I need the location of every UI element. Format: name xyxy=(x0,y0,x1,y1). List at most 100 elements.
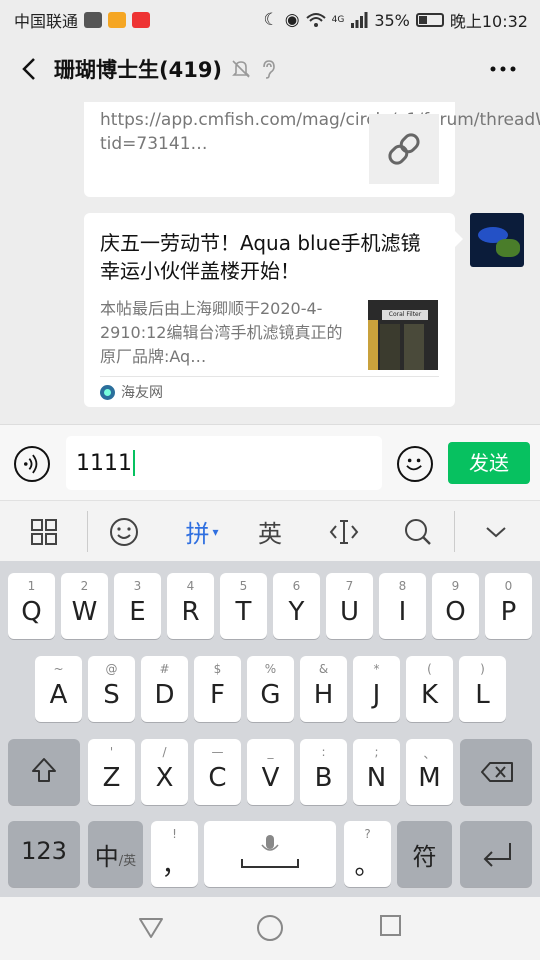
numbers-key[interactable]: 123 xyxy=(8,821,80,887)
status-bar: 中国联通 ☾ ◉ 4G 35% 晚上10:32 xyxy=(0,0,540,36)
key-l[interactable]: ) L xyxy=(459,656,506,722)
comma-key[interactable]: !， xyxy=(151,821,198,887)
key-sub: % xyxy=(264,662,277,676)
shift-key[interactable] xyxy=(8,739,80,805)
symbols-key-label: 符 xyxy=(412,843,437,871)
key-f[interactable]: $ F xyxy=(194,656,241,722)
key-letter: 。 xyxy=(354,851,381,881)
key-letter: F xyxy=(210,680,225,710)
english-label: 英 xyxy=(258,520,282,548)
key-j[interactable]: * J xyxy=(353,656,400,722)
notification-app-icon xyxy=(132,12,151,28)
key-m[interactable]: 、 M xyxy=(406,739,453,805)
eye-icon: ◉ xyxy=(284,10,300,30)
link-message-card[interactable]: https://app.cmfish.com/mag/circle/v1/for… xyxy=(84,102,540,197)
sender-avatar[interactable] xyxy=(470,213,524,267)
key-d[interactable]: # D xyxy=(141,656,188,722)
toolbar-cursor-button[interactable] xyxy=(318,501,370,562)
key-letter: P xyxy=(500,597,517,627)
key-letter: A xyxy=(49,680,68,710)
key-t[interactable]: 5T xyxy=(220,573,267,639)
voice-input-icon[interactable] xyxy=(14,446,50,482)
key-g[interactable]: % G xyxy=(247,656,294,722)
key-b[interactable]: :B xyxy=(300,739,347,805)
key-r[interactable]: 4R xyxy=(167,573,214,639)
key-sub: _ xyxy=(267,745,274,759)
key-x[interactable]: / X xyxy=(141,739,188,805)
language-switch-key[interactable]: 中/英 xyxy=(88,821,143,887)
emoji-icon[interactable] xyxy=(397,446,433,482)
more-options-icon[interactable] xyxy=(488,58,518,80)
toolbar-english-button[interactable]: 英 xyxy=(244,501,296,562)
key-w[interactable]: 2W xyxy=(61,573,108,639)
toolbar-emoji-button[interactable] xyxy=(98,501,150,562)
article-description: 本帖最后由上海卿顺于2020-4-2910:12编辑台湾手机滤镜真正的原厂品牌:… xyxy=(100,299,343,366)
key-sub: ; xyxy=(374,745,379,759)
soft-keyboard: 1Q 2W 3E 4R 5T 6Y 7U 8I 9O 0P ~ A @ S # D $… xyxy=(0,561,540,897)
pinyin-dropdown-icon: ▾ xyxy=(212,524,219,539)
send-button[interactable]: 发送 xyxy=(448,442,530,484)
key-sub: 8 xyxy=(398,579,407,593)
key-letter: O xyxy=(445,597,466,627)
toolbar-collapse-button[interactable] xyxy=(470,501,522,562)
symbols-key[interactable]: 符 xyxy=(397,821,452,887)
key-sub: ' xyxy=(109,745,114,759)
key-y[interactable]: 6Y xyxy=(273,573,320,639)
key-sub: 9 xyxy=(451,579,460,593)
lang-main: 中 xyxy=(94,843,119,871)
avatar-coral-green xyxy=(496,239,520,257)
link-url-text: https://app.cmfish.com/mag/circle/v1/for… xyxy=(100,110,540,154)
key-p[interactable]: 0P xyxy=(485,573,532,639)
nav-home-icon[interactable] xyxy=(257,915,283,941)
key-letter: S xyxy=(103,680,120,710)
toolbar-separator xyxy=(87,511,88,552)
text-cursor-move-icon xyxy=(329,519,359,544)
key-sub: ( xyxy=(427,662,432,676)
key-s[interactable]: @ S xyxy=(88,656,135,722)
toolbar-menu-button[interactable] xyxy=(18,501,70,562)
period-key[interactable]: ?。 xyxy=(344,821,391,887)
thumbnail-label: Coral Filter xyxy=(382,310,428,320)
key-o[interactable]: 9O xyxy=(432,573,479,639)
key-n[interactable]: ; N xyxy=(353,739,400,805)
numbers-key-label: 123 xyxy=(21,837,67,865)
nav-back-icon[interactable] xyxy=(138,915,164,941)
key-letter: C xyxy=(208,763,227,793)
text-cursor xyxy=(133,450,135,476)
chat-message-list[interactable]: https://app.cmfish.com/mag/circle/v1/for… xyxy=(0,102,540,424)
key-sub: 0 xyxy=(504,579,513,593)
key-h[interactable]: & H xyxy=(300,656,347,722)
battery-percent: 35% xyxy=(374,10,410,30)
space-mic-icon xyxy=(241,835,299,868)
key-u[interactable]: 7U xyxy=(326,573,373,639)
key-e[interactable]: 3E xyxy=(114,573,161,639)
video-app-icon xyxy=(108,12,127,28)
key-letter: H xyxy=(313,680,334,710)
card-divider xyxy=(100,376,439,377)
back-arrow-icon[interactable] xyxy=(16,54,46,84)
toolbar-pinyin-button[interactable]: 拼 ▾ xyxy=(172,501,232,562)
key-q[interactable]: 1Q xyxy=(8,573,55,639)
lang-sub: /英 xyxy=(118,854,137,869)
key-k[interactable]: (K xyxy=(406,656,453,722)
battery-icon xyxy=(415,13,444,27)
message-text-field[interactable]: 1111 xyxy=(66,436,382,490)
source-logo-icon xyxy=(100,384,115,400)
key-sub: @ xyxy=(105,662,118,676)
key-letter: L xyxy=(475,680,490,710)
backspace-key[interactable] xyxy=(460,739,532,805)
toolbar-search-button[interactable] xyxy=(392,501,444,562)
clock: 晚上10:32 xyxy=(449,12,528,31)
key-v[interactable]: _ V xyxy=(247,739,294,805)
key-z[interactable]: ' Z xyxy=(88,739,135,805)
key-sub: 3 xyxy=(133,579,142,593)
key-c[interactable]: — C xyxy=(194,739,241,805)
article-message-card[interactable]: 庆五一劳动节！Aqua blue手机滤镜幸运小伙伴盖楼开始！ 本帖最后由上海卿顺… xyxy=(84,213,463,407)
enter-key[interactable] xyxy=(460,821,532,887)
space-key[interactable] xyxy=(204,821,336,887)
key-a[interactable]: ~ A xyxy=(35,656,82,722)
article-source: 海友网 xyxy=(100,382,163,402)
key-i[interactable]: 8I xyxy=(379,573,426,639)
thumbnail-light xyxy=(368,320,378,370)
nav-recents-icon[interactable] xyxy=(380,915,401,936)
